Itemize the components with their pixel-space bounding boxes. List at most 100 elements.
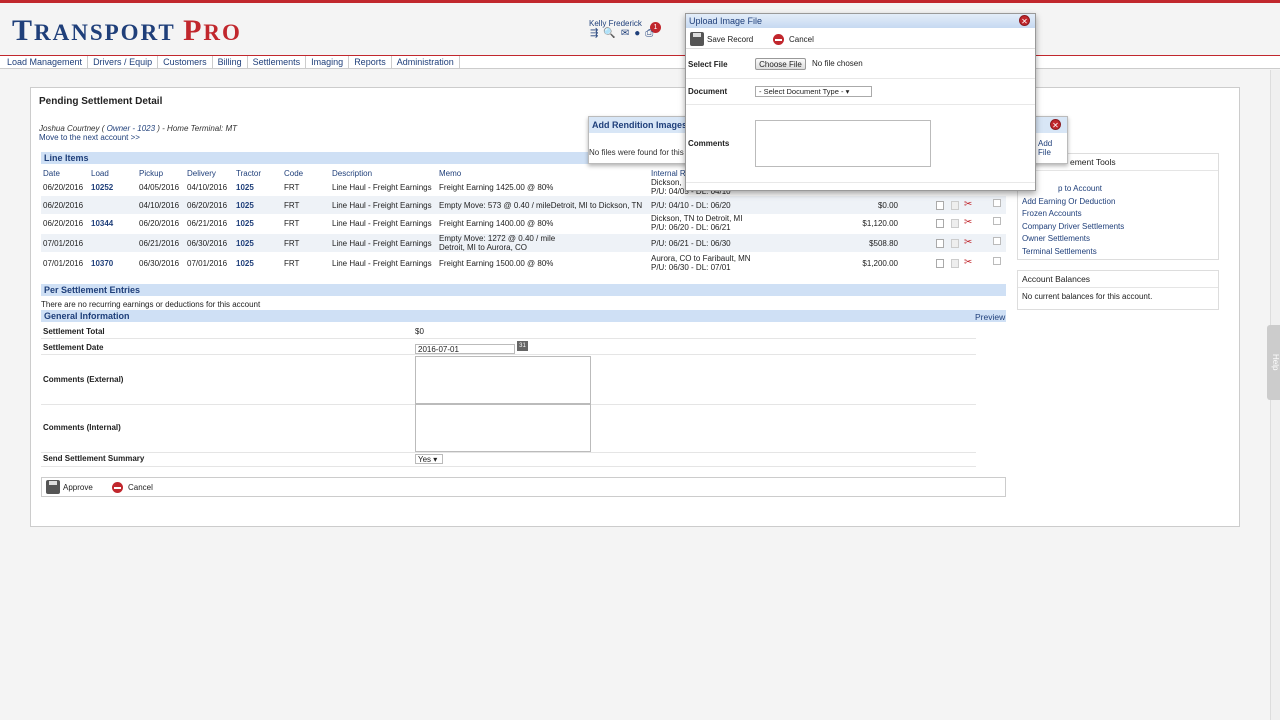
cell-internal-ref: Dickson, <box>651 178 682 187</box>
cell-tractor[interactable]: 1025 <box>236 239 254 248</box>
cell-load[interactable]: 10344 <box>91 219 113 228</box>
next-account-link[interactable]: Move to the next account >> <box>39 133 140 142</box>
preview-link[interactable]: Preview <box>975 312 1005 322</box>
delete-icon[interactable]: ✂ <box>964 257 972 268</box>
help-tab[interactable]: Help <box>1267 325 1280 400</box>
approve-button[interactable]: Approve <box>63 483 93 492</box>
owner-link[interactable]: Owner - 1023 <box>107 124 155 133</box>
settlement-tools-box: ement Tools p to Account Add Earning Or … <box>1017 153 1219 260</box>
row-checkbox[interactable] <box>993 217 1001 225</box>
cell-desc: Line Haul - Freight Earnings <box>332 183 432 192</box>
settlement-date-input[interactable]: 2016-07-01 <box>415 344 515 354</box>
nav-customers[interactable]: Customers <box>158 56 213 68</box>
cell-load[interactable]: 10252 <box>91 183 113 192</box>
copy-icon[interactable] <box>936 239 944 248</box>
cell-memo: Freight Earning 1400.00 @ 80% <box>439 219 554 228</box>
tool-terminal-settlements[interactable]: Terminal Settlements <box>1018 246 1218 259</box>
edit-icon[interactable] <box>951 239 959 248</box>
upload-close-icon[interactable]: ✕ <box>1019 15 1030 26</box>
col-description[interactable]: Description <box>332 169 372 178</box>
cancel-icon[interactable] <box>112 482 123 493</box>
nav-settlements[interactable]: Settlements <box>248 56 307 68</box>
divider <box>686 182 1035 183</box>
alert-icon[interactable]: ● <box>634 28 640 39</box>
col-internal-ref[interactable]: Internal R <box>651 169 686 178</box>
document-label: Document <box>688 87 728 96</box>
cell-internal-ref-line2: P/U: 06/20 - DL: 06/21 <box>651 223 731 232</box>
copy-icon[interactable] <box>936 259 944 268</box>
search-icon[interactable]: 🔍 <box>603 28 615 39</box>
cell-date: 06/20/2016 <box>43 201 84 210</box>
cell-tractor[interactable]: 1025 <box>236 259 254 268</box>
cell-memo: Empty Move: 1272 @ 0.40 / mile <box>439 234 556 243</box>
upload-cancel-icon[interactable] <box>773 34 784 45</box>
cell-load[interactable]: 10370 <box>91 259 113 268</box>
save-icon[interactable] <box>46 480 60 494</box>
edit-icon[interactable] <box>951 259 959 268</box>
edit-icon[interactable] <box>951 201 959 210</box>
cell-delivery: 06/21/2016 <box>187 219 228 228</box>
col-load[interactable]: Load <box>91 169 109 178</box>
upload-title: Upload Image File <box>686 14 1035 28</box>
cell-pickup: 06/21/2016 <box>139 239 180 248</box>
send-summary-label: Send Settlement Summary <box>43 454 145 463</box>
tool-owner-settlements[interactable]: Owner Settlements <box>1018 233 1218 246</box>
copy-icon[interactable] <box>936 219 944 228</box>
tool-jump-to-account[interactable]: p to Account <box>1018 183 1218 196</box>
rendition-close-icon[interactable]: ✕ <box>1050 119 1061 130</box>
delete-icon[interactable]: ✂ <box>964 199 972 210</box>
cell-code: FRT <box>284 183 300 192</box>
cell-delivery: 06/30/2016 <box>187 239 228 248</box>
cell-desc: Line Haul - Freight Earnings <box>332 259 432 268</box>
comments-external-textarea[interactable] <box>415 356 591 404</box>
row-checkbox[interactable] <box>993 257 1001 265</box>
tool-add-earning-deduction[interactable]: Add Earning Or Deduction <box>1018 196 1218 209</box>
cancel-button[interactable]: Cancel <box>128 483 153 492</box>
choose-file-button[interactable]: Choose File <box>755 58 806 70</box>
cell-code: FRT <box>284 219 300 228</box>
col-date[interactable]: Date <box>43 169 60 178</box>
cell-code: FRT <box>284 259 300 268</box>
nav-administration[interactable]: Administration <box>392 56 460 68</box>
rendition-message: No files were found for this <box>589 148 684 157</box>
upload-comments-textarea[interactable] <box>755 120 931 167</box>
delete-icon[interactable]: ✂ <box>964 217 972 228</box>
copy-icon[interactable] <box>936 201 944 210</box>
col-memo[interactable]: Memo <box>439 169 461 178</box>
save-record-icon[interactable] <box>690 32 704 46</box>
cell-tractor[interactable]: 1025 <box>236 201 254 210</box>
row-checkbox[interactable] <box>993 199 1001 207</box>
cell-internal-ref-line2: P/U: 06/30 - DL: 07/01 <box>651 263 731 272</box>
tool-company-driver-settlements[interactable]: Company Driver Settlements <box>1018 221 1218 234</box>
print-icon[interactable]: ⎙ <box>645 28 653 39</box>
send-summary-select[interactable]: Yes ▾ <box>415 454 443 464</box>
nav-reports[interactable]: Reports <box>349 56 392 68</box>
col-tractor[interactable]: Tractor <box>236 169 261 178</box>
delete-icon[interactable]: ✂ <box>964 237 972 248</box>
cell-tractor[interactable]: 1025 <box>236 219 254 228</box>
nav-imaging[interactable]: Imaging <box>306 56 350 68</box>
cell-internal-ref: Dickson, TN to Detroit, MI <box>651 214 743 223</box>
col-code[interactable]: Code <box>284 169 303 178</box>
cell-internal-ref: P/U: 06/21 - DL: 06/30 <box>651 239 731 248</box>
col-delivery[interactable]: Delivery <box>187 169 216 178</box>
nav-billing[interactable]: Billing <box>213 56 248 68</box>
row-checkbox[interactable] <box>993 237 1001 245</box>
quick-search-icon[interactable]: ⇶ <box>590 28 598 39</box>
save-record-button[interactable]: Save Record <box>707 35 753 44</box>
col-pickup[interactable]: Pickup <box>139 169 163 178</box>
cell-tractor[interactable]: 1025 <box>236 183 254 192</box>
calendar-icon[interactable]: 31 <box>517 341 528 351</box>
add-file-link[interactable]: Add File <box>1038 139 1067 157</box>
edit-icon[interactable] <box>951 219 959 228</box>
cell-date: 06/20/2016 <box>43 219 84 228</box>
nav-load-management[interactable]: Load Management <box>2 56 89 68</box>
nav-drivers-equip[interactable]: Drivers / Equip <box>88 56 159 68</box>
document-type-select[interactable]: - Select Document Type - ▾ <box>755 86 872 97</box>
account-balances-empty: No current balances for this account. <box>1022 292 1153 301</box>
upload-cancel-button[interactable]: Cancel <box>789 35 814 44</box>
mail-icon[interactable]: ✉ <box>621 28 629 39</box>
comments-internal-textarea[interactable] <box>415 404 591 452</box>
divider <box>41 466 976 467</box>
tool-frozen-accounts[interactable]: Frozen Accounts <box>1018 208 1218 221</box>
